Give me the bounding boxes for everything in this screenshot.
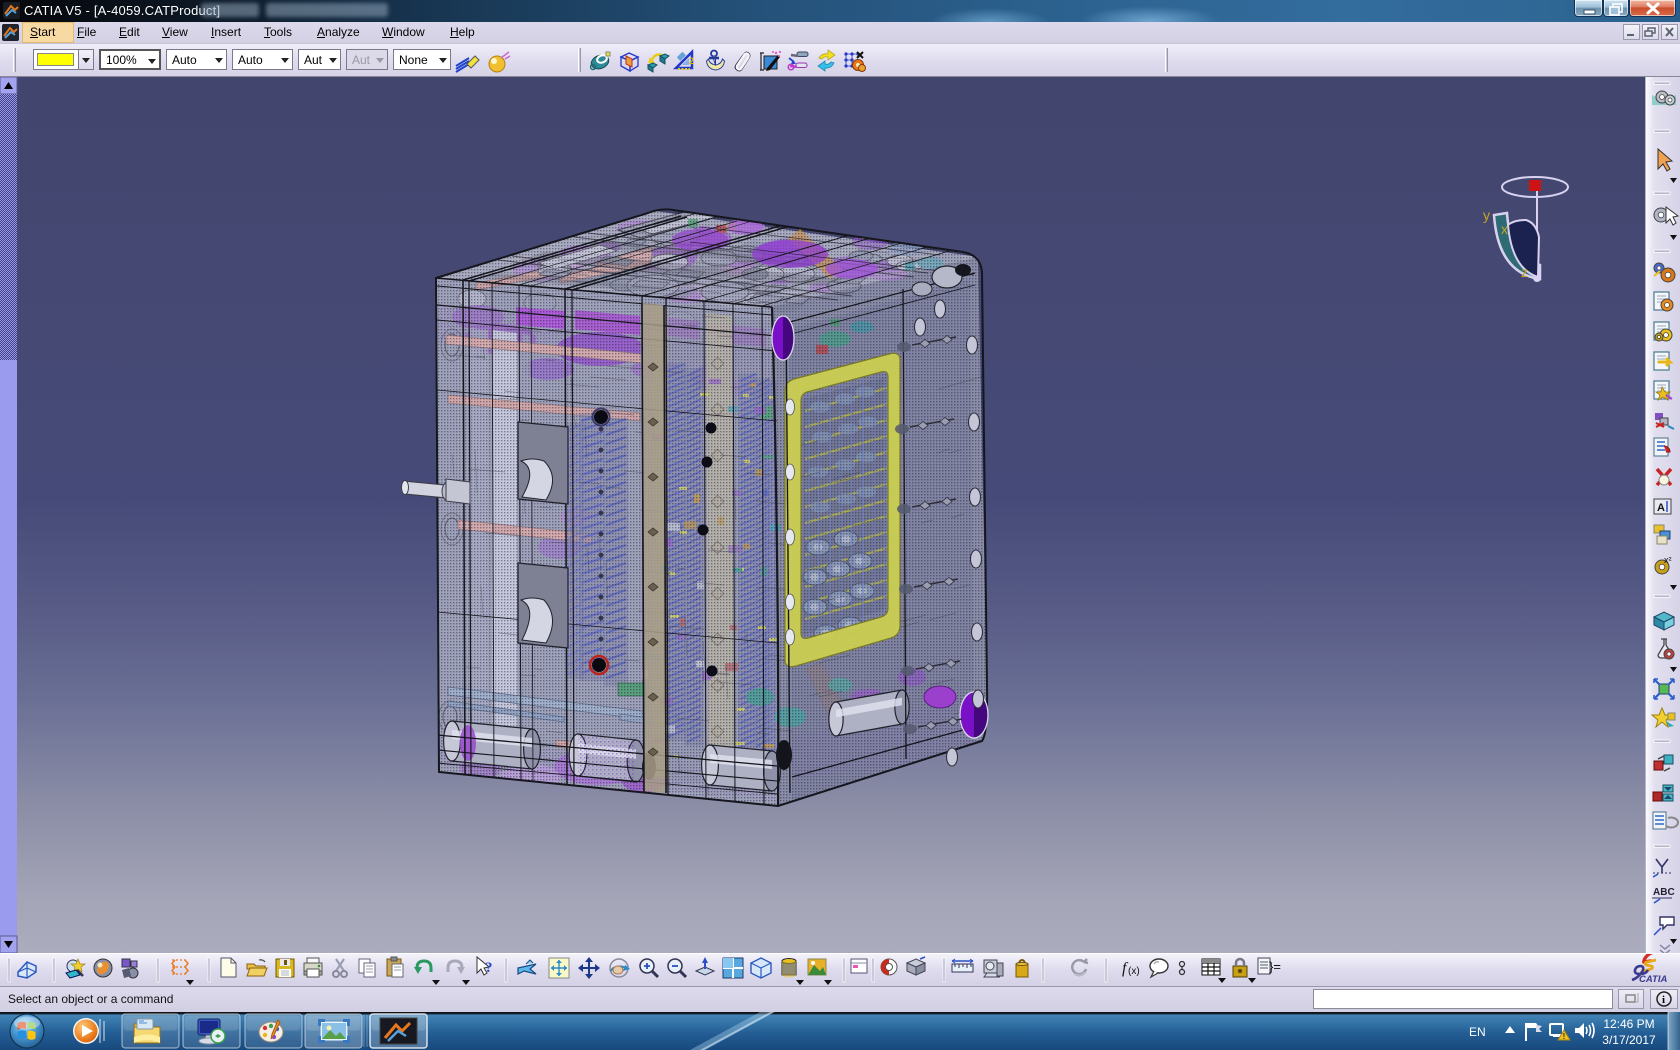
svg-text:y: y: [1483, 207, 1490, 223]
svg-text:ABC: ABC: [1653, 887, 1675, 898]
svg-text:?: ?: [485, 960, 493, 976]
svg-text:12:46 PM: 12:46 PM: [1603, 1017, 1654, 1031]
svg-text:A: A: [1657, 502, 1665, 514]
svg-text:EN: EN: [1469, 1025, 1486, 1039]
svg-text:(x): (x): [1128, 966, 1140, 977]
svg-text:!: !: [1563, 1032, 1566, 1041]
svg-text:x²: x²: [1664, 555, 1672, 565]
svg-text:CATIA: CATIA: [1639, 974, 1667, 985]
svg-text:2: 2: [689, 56, 694, 66]
svg-text:}=: }=: [1269, 959, 1281, 974]
svg-text:3/17/2017: 3/17/2017: [1602, 1033, 1656, 1047]
svg-text:i: i: [1662, 994, 1665, 1006]
svg-text:z: z: [1521, 264, 1528, 280]
svg-text:x: x: [1501, 221, 1508, 237]
